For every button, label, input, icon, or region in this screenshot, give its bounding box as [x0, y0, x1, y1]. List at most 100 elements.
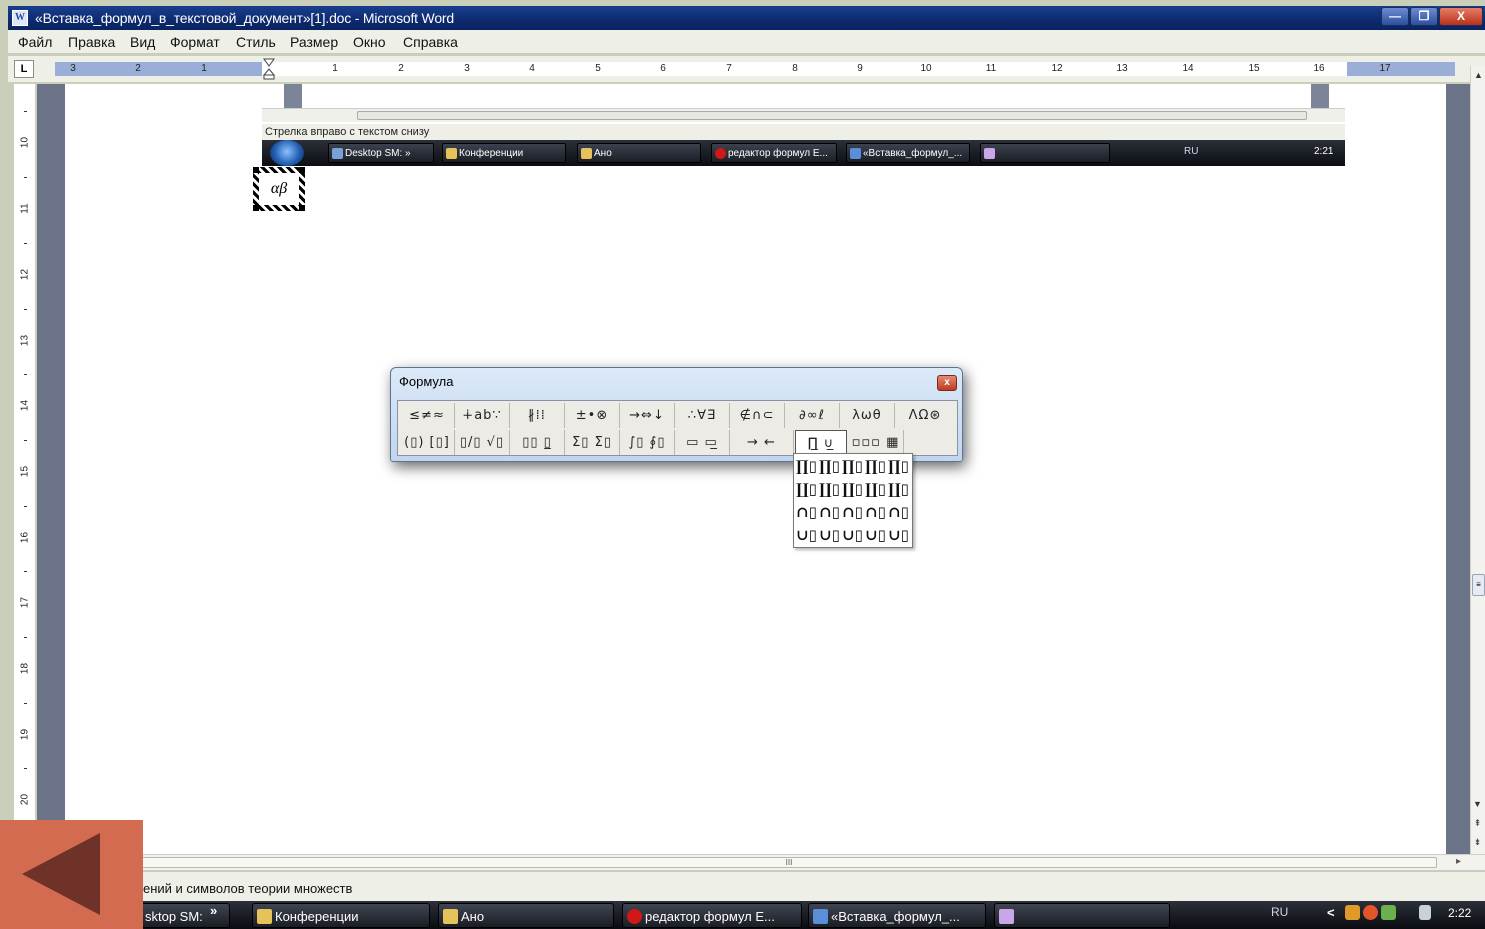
- tab-selector[interactable]: L: [14, 60, 34, 78]
- palette-union[interactable]: ∪▯: [887, 524, 910, 547]
- vertical-scrollbar[interactable]: ▲ ≡: [1470, 66, 1485, 854]
- tray-expand-icon[interactable]: <: [1327, 905, 1342, 920]
- selected-equation-object[interactable]: αβ: [253, 167, 305, 211]
- embellishments-button[interactable]: ∦⁞⁞: [510, 403, 565, 428]
- palette-union[interactable]: ∪▯: [841, 524, 864, 547]
- folder-icon: [257, 909, 272, 924]
- palette-intersection[interactable]: ∩▯: [887, 501, 910, 524]
- embedded-hscroll-track: [357, 111, 1307, 120]
- scroll-down-icon[interactable]: ▼: [1470, 795, 1485, 814]
- task-equation-editor[interactable]: [994, 903, 1170, 928]
- task-word[interactable]: «Вставка_формул_...: [808, 903, 986, 928]
- task-conferences[interactable]: Конференции: [252, 903, 430, 928]
- menu-window[interactable]: Окно: [353, 34, 386, 50]
- quick-launch-arrow[interactable]: »: [210, 903, 217, 918]
- vertical-scroll-thumb[interactable]: ≡: [1472, 574, 1485, 596]
- palette-union[interactable]: ∪▯: [795, 524, 818, 547]
- misc-symbols-button[interactable]: ∂∞ℓ: [785, 403, 840, 428]
- folder-icon: [446, 148, 457, 159]
- minimize-icon[interactable]: —: [1381, 7, 1409, 26]
- ruler-tick: 6: [660, 63, 666, 74]
- indent-marker-icon[interactable]: [263, 58, 275, 80]
- underbars-button[interactable]: ▭ ▭̲: [675, 430, 730, 455]
- subscripts-button[interactable]: ▯▯ ▯̲: [510, 430, 565, 455]
- palette-coproduct[interactable]: ∐▯: [818, 478, 841, 501]
- spaces-button[interactable]: ∔ab∵: [455, 403, 510, 428]
- matrices-button[interactable]: ▫▫▫ ▦: [848, 430, 904, 455]
- tray-app-icon[interactable]: [1345, 905, 1360, 920]
- palette-coproduct[interactable]: ∐▯: [887, 478, 910, 501]
- relations-button[interactable]: ≤≠≈: [400, 403, 455, 428]
- formula-toolbar-window[interactable]: Формула x ≤≠≈ ∔ab∵ ∦⁞⁞ ±•⊗ →⇔↓ ∴∀∃ ∉∩⊂ ∂…: [390, 367, 963, 462]
- back-arrow-button[interactable]: [0, 820, 143, 929]
- products-set-theory-button[interactable]: ∏̲ ∪̲: [795, 430, 847, 455]
- close-icon[interactable]: x: [937, 375, 957, 391]
- embedded-top-area: [262, 84, 1345, 108]
- palette-coproduct[interactable]: ∐▯: [795, 478, 818, 501]
- palette-product[interactable]: ∏▯: [818, 455, 841, 478]
- menu-view[interactable]: Вид: [130, 34, 155, 50]
- menu-help[interactable]: Справка: [403, 34, 458, 50]
- menu-size[interactable]: Размер: [290, 34, 338, 50]
- palette-union[interactable]: ∪▯: [864, 524, 887, 547]
- palette-intersection[interactable]: ∩▯: [841, 501, 864, 524]
- embedded-task-word: «Вставка_формул_...: [846, 143, 970, 163]
- palette-coproduct[interactable]: ∐▯: [841, 478, 864, 501]
- tray-clock[interactable]: 2:22: [1448, 906, 1471, 920]
- desktop-icon: [332, 148, 343, 159]
- arrows-button[interactable]: →⇔↓: [620, 403, 675, 428]
- maximize-icon[interactable]: ❐: [1410, 7, 1438, 26]
- scroll-right-icon[interactable]: ▸: [1456, 856, 1461, 867]
- fences-button[interactable]: (▯) [▯]: [400, 430, 455, 455]
- menu-format[interactable]: Формат: [170, 34, 220, 50]
- document-margin-left: [37, 84, 65, 854]
- summation-button[interactable]: Σ▯ Σ▯: [565, 430, 620, 455]
- volume-icon[interactable]: [1419, 905, 1431, 920]
- integrals-button[interactable]: ∫▯ ∮▯: [620, 430, 675, 455]
- palette-union[interactable]: ∪▯: [818, 524, 841, 547]
- task-opera[interactable]: редактор формул E...: [622, 903, 802, 928]
- resize-handle[interactable]: [299, 205, 305, 211]
- ruler-tick: 11: [985, 63, 997, 74]
- embedded-screenshot[interactable]: Стрелка вправо с текстом снизу Desktop S…: [262, 84, 1345, 166]
- tray-language[interactable]: RU: [1271, 905, 1288, 919]
- prev-page-icon[interactable]: ⇞: [1470, 814, 1485, 833]
- operators-button[interactable]: ±•⊗: [565, 403, 620, 428]
- scroll-up-icon[interactable]: ▲: [1474, 70, 1483, 80]
- palette-product[interactable]: ∏▯: [887, 455, 910, 478]
- fractions-radicals-button[interactable]: ▯/▯ √▯: [455, 430, 510, 455]
- palette-intersection[interactable]: ∩▯: [818, 501, 841, 524]
- greek-uppercase-button[interactable]: ΛΩ⊛: [895, 403, 955, 428]
- labeled-arrows-button[interactable]: → ←: [730, 430, 794, 455]
- embedded-tray-lang: RU: [1184, 146, 1199, 157]
- menu-file[interactable]: Файл: [18, 34, 52, 50]
- resize-handle[interactable]: [253, 205, 259, 211]
- network-icon[interactable]: [1381, 905, 1396, 920]
- menu-style[interactable]: Стиль: [236, 34, 276, 50]
- ruler-tick: 17: [1379, 63, 1391, 74]
- resize-handle[interactable]: [299, 167, 305, 173]
- horizontal-scrollbar[interactable]: III ▸: [37, 854, 1485, 870]
- logic-button[interactable]: ∴∀∃: [675, 403, 730, 428]
- palette-product[interactable]: ∏▯: [864, 455, 887, 478]
- palette-intersection[interactable]: ∩▯: [864, 501, 887, 524]
- embedded-hscroll: [262, 108, 1345, 122]
- ruler-tick: 3: [70, 63, 76, 74]
- palette-intersection[interactable]: ∩▯: [795, 501, 818, 524]
- set-theory-button[interactable]: ∉∩⊂: [730, 403, 785, 428]
- ruler-tick: 2: [398, 63, 404, 74]
- products-palette[interactable]: ∏▯ ∏▯ ∏▯ ∏▯ ∏▯ ∐▯ ∐▯ ∐▯ ∐▯ ∐▯ ∩▯ ∩▯ ∩▯ ∩…: [793, 453, 913, 548]
- next-page-icon[interactable]: ⇟: [1470, 833, 1485, 852]
- word-icon[interactable]: W: [12, 10, 28, 26]
- greek-lowercase-button[interactable]: λωθ: [840, 403, 895, 428]
- palette-coproduct[interactable]: ∐▯: [864, 478, 887, 501]
- palette-product[interactable]: ∏▯: [841, 455, 864, 478]
- menu-edit[interactable]: Правка: [68, 34, 115, 50]
- palette-product[interactable]: ∏▯: [795, 455, 818, 478]
- vertical-ruler[interactable]: 10 11 12 13 14 15 16 17 18 19 20: [14, 84, 36, 854]
- horizontal-scroll-thumb[interactable]: III: [141, 857, 1437, 868]
- resize-handle[interactable]: [253, 167, 259, 173]
- close-icon[interactable]: X: [1439, 7, 1483, 26]
- tray-app-icon[interactable]: [1363, 905, 1378, 920]
- task-ano[interactable]: Ано: [438, 903, 614, 928]
